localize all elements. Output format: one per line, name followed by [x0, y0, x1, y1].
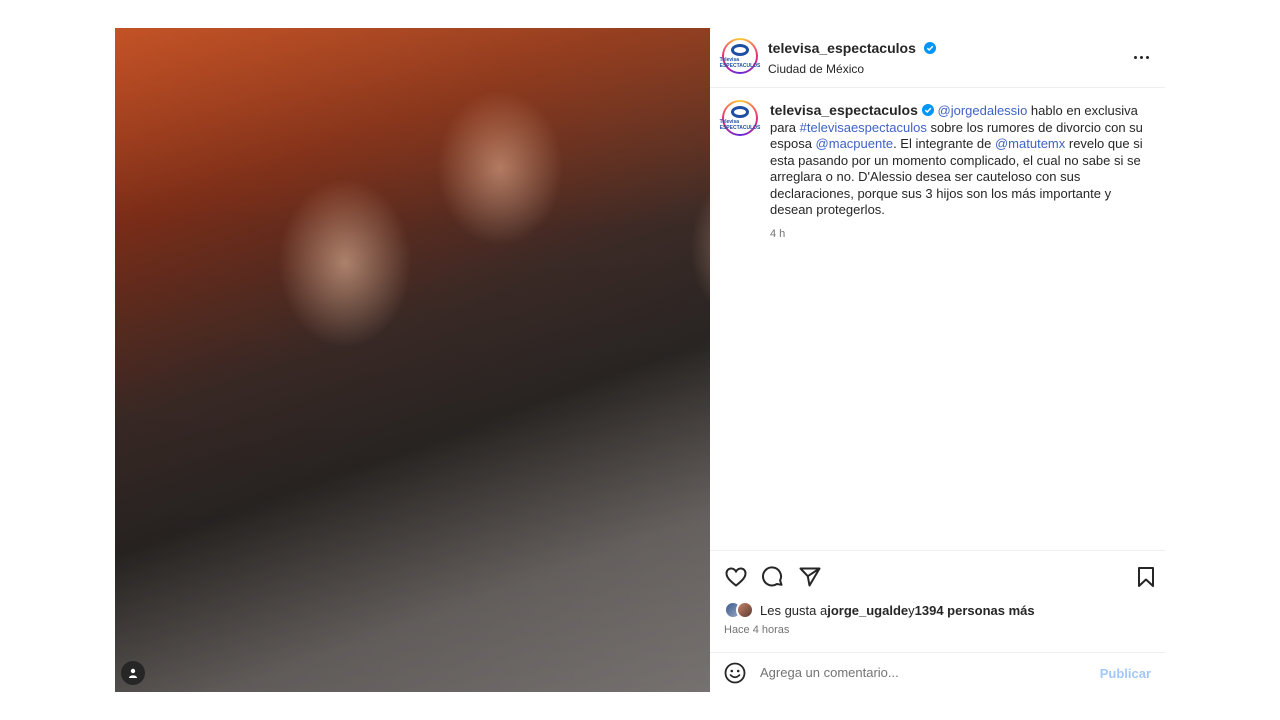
- account-username[interactable]: televisa_espectaculos: [768, 40, 916, 56]
- action-bar: [710, 550, 1165, 596]
- avatar[interactable]: [736, 601, 754, 619]
- televisa-logo-icon: [731, 43, 749, 56]
- location-link[interactable]: Ciudad de México: [768, 62, 936, 76]
- mention-link[interactable]: @matutemx: [995, 136, 1065, 151]
- liker-avatars: [724, 600, 758, 620]
- publish-button[interactable]: Publicar: [1100, 666, 1151, 681]
- televisa-logo-icon: [731, 105, 749, 118]
- mention-link[interactable]: @jorgedalessio: [938, 103, 1028, 118]
- post-timestamp: Hace 4 horas: [724, 624, 790, 636]
- comment-icon[interactable]: [761, 565, 785, 589]
- share-icon[interactable]: [798, 565, 822, 589]
- more-options-icon[interactable]: [1131, 50, 1151, 64]
- user-tag-icon[interactable]: [121, 661, 145, 685]
- like-icon[interactable]: [724, 565, 748, 589]
- caption-avatar[interactable]: Televisa ESPECTACULOS: [719, 100, 761, 136]
- verified-icon: [924, 42, 937, 54]
- post-header: Televisa ESPECTACULOS televisa_espectacu…: [710, 28, 1165, 88]
- caption-username[interactable]: televisa_espectaculos: [770, 102, 918, 118]
- likes-count[interactable]: 1394 personas más: [915, 603, 1035, 618]
- save-icon[interactable]: [1134, 565, 1158, 589]
- photo-overlay: [115, 28, 710, 692]
- comment-bar: Publicar: [710, 652, 1165, 692]
- post-panel: Televisa ESPECTACULOS televisa_espectacu…: [710, 28, 1165, 692]
- avatar[interactable]: Televisa ESPECTACULOS: [719, 38, 761, 74]
- likes-summary: Les gusta a jorge_ugalde y 1394 personas…: [724, 600, 1035, 620]
- post-photo[interactable]: [115, 28, 710, 692]
- likes-prefix: Les gusta a: [760, 602, 828, 618]
- avatar-logo-text: Televisa ESPECTACULOS: [719, 118, 761, 131]
- liker-username[interactable]: jorge_ugalde: [827, 603, 908, 618]
- mention-link[interactable]: @macpuente: [816, 136, 894, 151]
- caption-text: televisa_espectaculos @jorgedalessio hab…: [770, 102, 1150, 219]
- caption-timestamp: 4 h: [770, 228, 786, 240]
- emoji-icon[interactable]: [724, 662, 746, 684]
- caption-fragment: . El integrante de: [893, 136, 995, 151]
- hashtag-link[interactable]: #televisaespectaculos: [800, 120, 927, 135]
- comment-input[interactable]: [760, 665, 1080, 680]
- avatar-logo-text: Televisa ESPECTACULOS: [719, 56, 761, 69]
- verified-icon: [921, 104, 934, 116]
